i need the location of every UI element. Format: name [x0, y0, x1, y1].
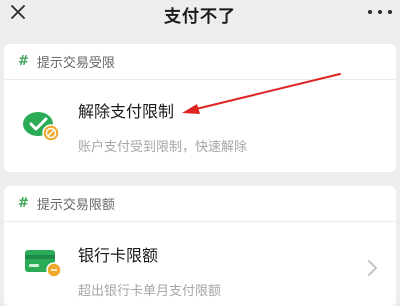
section-header: # 提示交易限额 — [4, 186, 396, 222]
hash-mark: # — [18, 196, 29, 211]
section-card-limit: # 提示交易限额 银行卡限额 超出银行卡单月支付限额 — [4, 186, 396, 306]
hash-mark: # — [18, 54, 29, 69]
row-title: 解除支付限制 — [78, 102, 175, 121]
row-subtitle: 超出银行卡单月支付限额 — [78, 284, 222, 299]
row-text: 解除支付限制 账户支付受到限制，快速解除 — [78, 98, 247, 155]
section-label: 提示交易限额 — [36, 198, 115, 213]
more-dot — [378, 10, 382, 14]
section-label: 提示交易受限 — [36, 56, 115, 71]
bank-card-limit-item[interactable]: 银行卡限额 超出银行卡单月支付限额 — [4, 222, 396, 306]
chevron-right-icon — [368, 260, 377, 276]
unlock-payment-restriction-item[interactable]: 解除支付限制 账户支付受到限制，快速解除 — [4, 80, 396, 172]
top-bar: 支付不了 — [0, 0, 400, 36]
bank-card-icon — [25, 250, 62, 278]
more-dot — [388, 10, 392, 14]
row-text: 银行卡限额 超出银行卡单月支付限额 — [78, 242, 221, 299]
more-dot — [368, 10, 372, 14]
page-title: 支付不了 — [164, 7, 236, 27]
row-subtitle: 账户支付受到限制，快速解除 — [78, 140, 248, 155]
section-header: # 提示交易受限 — [4, 44, 396, 80]
wechat-pay-restricted-icon — [23, 112, 60, 142]
more-button[interactable] — [368, 4, 392, 20]
section-card-restricted: # 提示交易受限 解除支付限制 账户支付受到限制，快速解除 — [4, 44, 396, 172]
row-title: 银行卡限额 — [78, 246, 159, 265]
